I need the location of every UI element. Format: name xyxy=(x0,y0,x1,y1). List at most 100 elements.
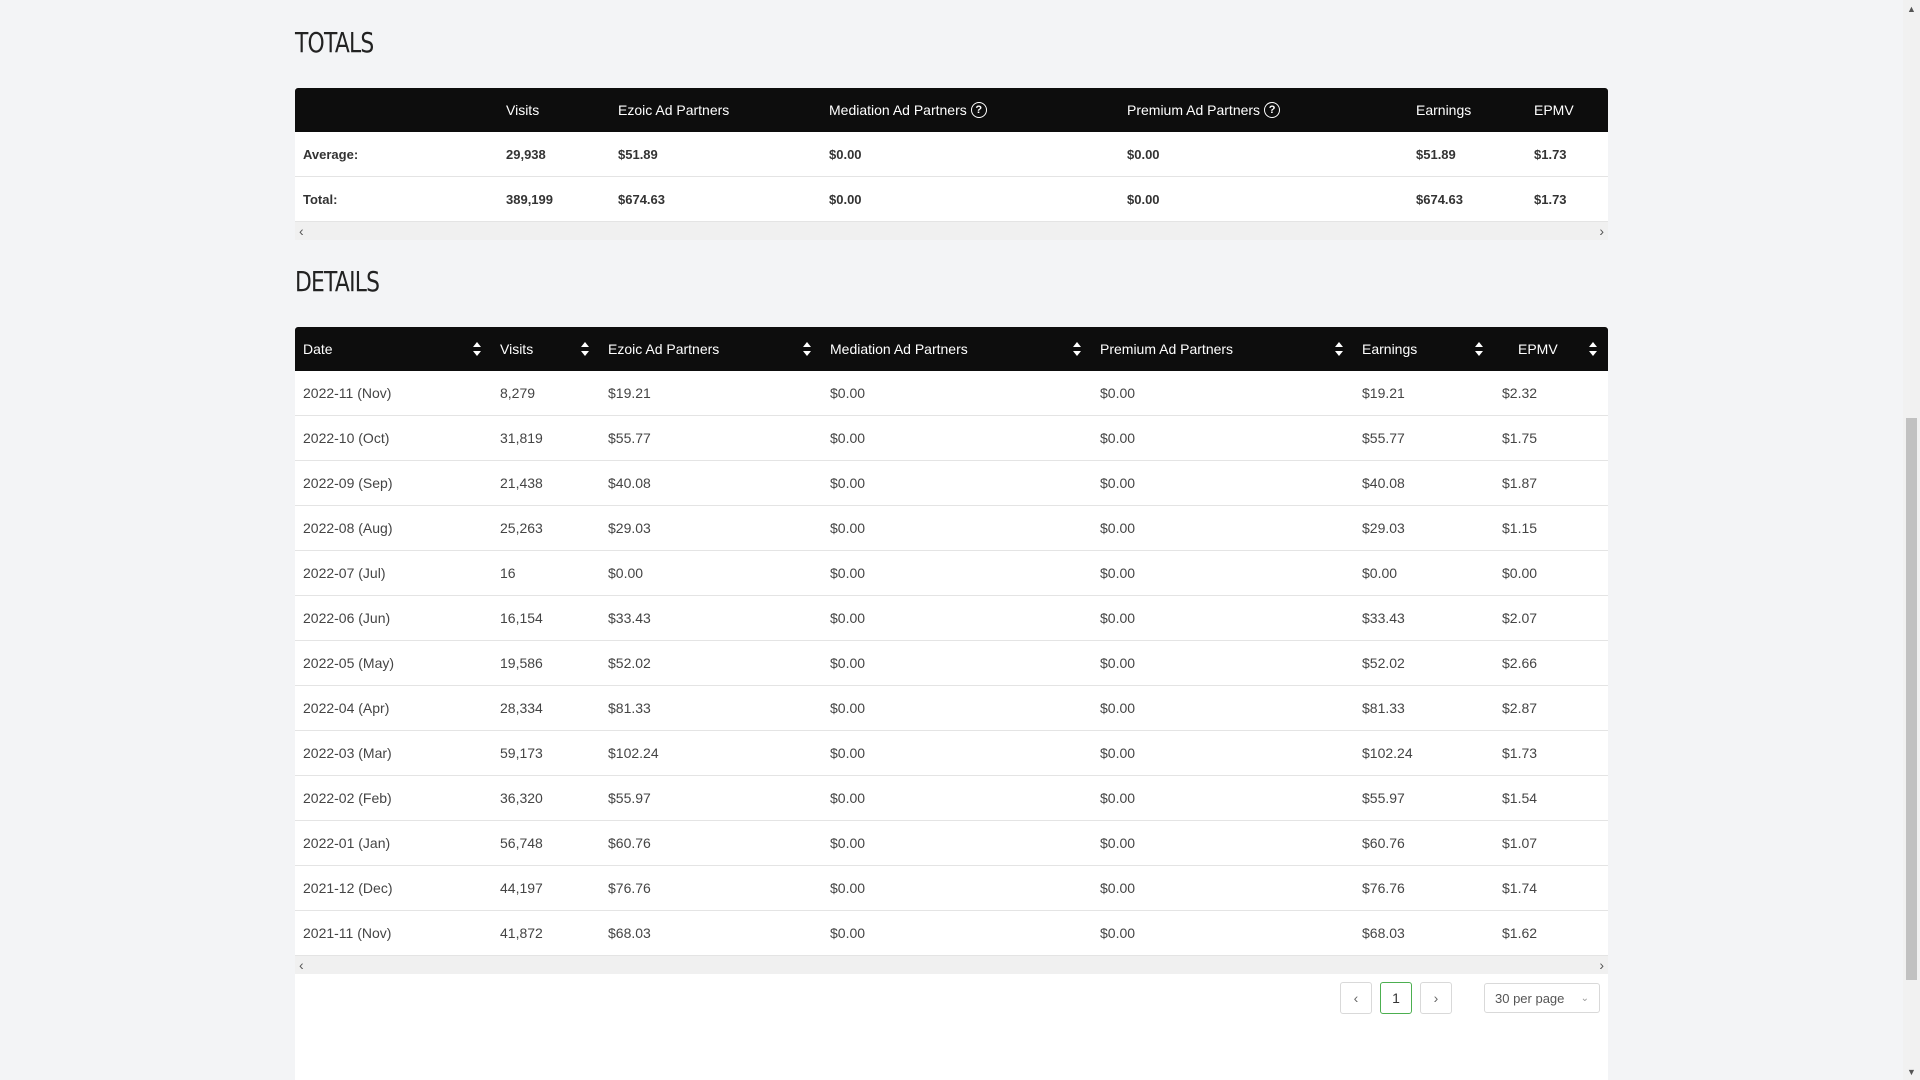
table-cell: $29.03 xyxy=(608,520,651,536)
scroll-left-icon[interactable]: ‹ xyxy=(299,957,304,973)
totals-cell: $0.00 xyxy=(829,191,862,207)
table-cell: 21,438 xyxy=(500,475,543,491)
table-cell: $0.00 xyxy=(1100,565,1136,581)
table-row: 2022-07 (Jul) 16 $0.00 $0.00 $0.00 $0.00 $0.00 xyxy=(295,551,1608,596)
scroll-right-icon[interactable]: › xyxy=(1599,223,1604,239)
details-header-ezoic-label: Ezoic Ad Partners xyxy=(608,341,720,357)
details-header-mediation[interactable]: Mediation Ad Partners xyxy=(822,327,1092,371)
totals-cell: $1.73 xyxy=(1534,146,1567,162)
totals-cell: 389,199 xyxy=(506,191,553,207)
help-icon[interactable]: ? xyxy=(970,102,987,118)
details-header-premium[interactable]: Premium Ad Partners xyxy=(1092,327,1354,371)
prev-page-button[interactable]: ‹ xyxy=(1340,982,1372,1014)
details-header-earnings[interactable]: Earnings xyxy=(1354,327,1494,371)
sort-icon[interactable] xyxy=(1334,340,1344,358)
totals-header-visits: Visits xyxy=(506,102,540,118)
table-cell: $0.00 xyxy=(830,700,866,716)
sort-icon[interactable] xyxy=(802,340,812,358)
table-cell: 25,263 xyxy=(500,520,543,536)
details-header-visits[interactable]: Visits xyxy=(492,327,600,371)
totals-header-earnings: Earnings xyxy=(1416,102,1472,118)
details-header-epmv[interactable]: EPMV xyxy=(1494,327,1608,371)
details-header-row: Date Visits Ezoic Ad Partners Mediation … xyxy=(295,327,1608,371)
table-row: 2022-01 (Jan) 56,748 $60.76 $0.00 $0.00 $60.7… xyxy=(295,821,1608,866)
per-page-value: 30 per page xyxy=(1495,990,1565,1006)
details-header-premium-label: Premium Ad Partners xyxy=(1100,341,1234,357)
table-row: 2022-04 (Apr) 28,334 $81.33 $0.00 $0.00 $81.3… xyxy=(295,686,1608,731)
totals-horizontal-scrollbar[interactable]: ‹ › xyxy=(295,222,1608,240)
table-cell: $0.00 xyxy=(1100,745,1136,761)
table-cell: $0.00 xyxy=(1100,430,1136,446)
totals-cell: $674.63 xyxy=(1416,191,1463,207)
table-cell: 2022-06 (Jun) xyxy=(303,610,391,626)
table-cell: $1.15 xyxy=(1502,520,1538,536)
table-cell: $0.00 xyxy=(1100,610,1136,626)
vertical-scrollbar[interactable]: ▲ ▼ xyxy=(1903,0,1920,1080)
sort-icon[interactable] xyxy=(1588,340,1598,358)
table-cell: $81.33 xyxy=(608,700,651,716)
table-cell: $0.00 xyxy=(830,835,866,851)
table-cell: 8,279 xyxy=(500,385,536,401)
table-cell: 41,872 xyxy=(500,925,543,941)
table-cell: $29.03 xyxy=(1362,520,1405,536)
scrollbar-thumb[interactable] xyxy=(1906,418,1917,980)
table-cell: $0.00 xyxy=(1502,565,1538,581)
table-cell: 2022-10 (Oct) xyxy=(303,430,390,446)
table-cell: $52.02 xyxy=(608,655,651,671)
table-cell: $1.62 xyxy=(1502,925,1538,941)
table-row: 2022-08 (Aug) 25,263 $29.03 $0.00 $0.00 $29.0… xyxy=(295,506,1608,551)
totals-title: TOTALS xyxy=(295,26,374,59)
pagination: ‹ 1 › 30 per page ⌄ xyxy=(1340,982,1600,1014)
details-header-ezoic[interactable]: Ezoic Ad Partners xyxy=(600,327,822,371)
details-header-date[interactable]: Date xyxy=(295,327,492,371)
table-cell: $0.00 xyxy=(830,655,866,671)
totals-header-row: Visits Ezoic Ad Partners Mediation Ad Pa… xyxy=(295,88,1608,132)
table-cell: $0.00 xyxy=(830,565,866,581)
table-cell: $0.00 xyxy=(830,745,866,761)
table-cell: 16,154 xyxy=(500,610,543,626)
totals-row: Average: 29,938 $51.89 $0.00 $0.00 $51.89 $1.7… xyxy=(295,132,1608,177)
totals-cell: $51.89 xyxy=(1416,146,1456,162)
totals-header-mediation: Mediation Ad Partners ? xyxy=(821,88,1119,132)
table-cell: $40.08 xyxy=(1362,475,1405,491)
scroll-up-icon[interactable]: ▲ xyxy=(1903,0,1920,17)
table-cell: 19,586 xyxy=(500,655,543,671)
sort-icon[interactable] xyxy=(472,340,482,358)
sort-icon[interactable] xyxy=(1072,340,1082,358)
totals-header-premium-label: Premium Ad Partners xyxy=(1127,102,1261,118)
table-cell: $68.03 xyxy=(1362,925,1405,941)
table-cell: 2022-04 (Apr) xyxy=(303,700,390,716)
table-cell: 28,334 xyxy=(500,700,543,716)
totals-cell: Total: xyxy=(303,191,338,207)
table-cell: $1.87 xyxy=(1502,475,1538,491)
help-icon[interactable]: ? xyxy=(1264,102,1281,118)
chevron-down-icon: ⌄ xyxy=(1580,992,1589,1004)
table-row: 2022-06 (Jun) 16,154 $33.43 $0.00 $0.00 $33.4… xyxy=(295,596,1608,641)
scroll-left-icon[interactable]: ‹ xyxy=(299,223,304,239)
table-cell: $40.08 xyxy=(608,475,651,491)
table-cell: $81.33 xyxy=(1362,700,1405,716)
sort-icon[interactable] xyxy=(580,340,590,358)
table-row: 2022-05 (May) 19,586 $52.02 $0.00 $0.00 $52.0… xyxy=(295,641,1608,686)
table-cell: $76.76 xyxy=(1362,880,1405,896)
table-cell: $60.76 xyxy=(1362,835,1405,851)
table-cell: $0.00 xyxy=(1100,880,1136,896)
table-cell: 2022-05 (May) xyxy=(303,655,395,671)
table-cell: $33.43 xyxy=(1362,610,1405,626)
table-cell: $0.00 xyxy=(1100,790,1136,806)
next-page-button[interactable]: › xyxy=(1420,982,1452,1014)
chevron-right-icon: › xyxy=(1433,990,1439,1006)
page-button-current[interactable]: 1 xyxy=(1380,982,1412,1014)
totals-cell: $51.89 xyxy=(618,146,658,162)
sort-icon[interactable] xyxy=(1474,340,1484,358)
totals-header-ezoic: Ezoic Ad Partners xyxy=(618,102,730,118)
details-horizontal-scrollbar[interactable]: ‹ › xyxy=(295,956,1608,974)
per-page-select[interactable]: 30 per page ⌄ xyxy=(1484,983,1600,1013)
table-cell: $55.77 xyxy=(1362,430,1405,446)
scroll-right-icon[interactable]: › xyxy=(1599,957,1604,973)
scroll-down-icon[interactable]: ▼ xyxy=(1903,1063,1920,1080)
table-cell: $55.97 xyxy=(608,790,651,806)
totals-cell: $674.63 xyxy=(618,191,665,207)
totals-cell: $0.00 xyxy=(1127,146,1160,162)
totals-cell: $0.00 xyxy=(829,146,862,162)
